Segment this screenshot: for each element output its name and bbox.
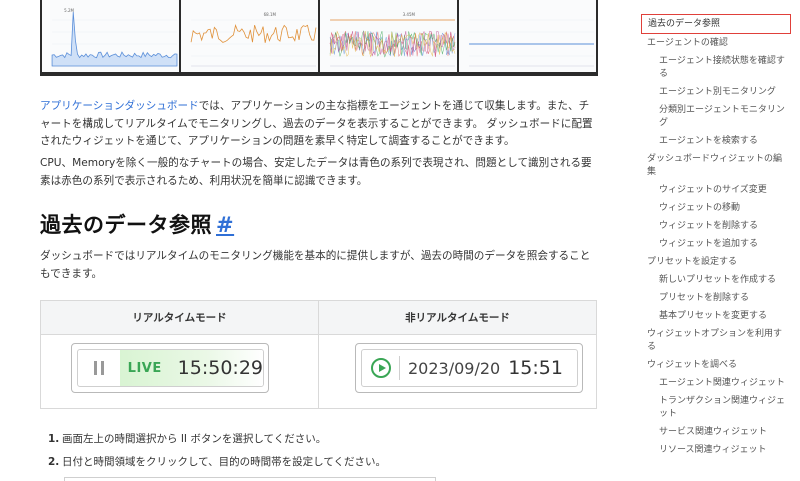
mini-chart-3: 3.45M <box>320 0 457 72</box>
svg-text:68.1M: 68.1M <box>264 12 277 17</box>
toc-item[interactable]: ウィジェットを追加する <box>641 235 791 253</box>
toc-item[interactable]: ウィジェットを調べる <box>641 356 791 374</box>
toc-item[interactable]: ウィジェットの移動 <box>641 199 791 217</box>
svg-text:5.2M: 5.2M <box>64 8 74 13</box>
table-header-row: リアルタイムモード 非リアルタイムモード <box>41 301 596 335</box>
toc-item[interactable]: リソース関連ウィジェット <box>641 441 791 459</box>
toc-item[interactable]: 基本プリセットを変更する <box>641 307 791 325</box>
main-content: 5.2M 68.1M 3.45M アプリケーションダッシュボードでは、アプリケー… <box>40 0 600 481</box>
history-paragraph: ダッシュボードではリアルタイムのモニタリング機能を基本的に提供しますが、過去の時… <box>40 250 591 280</box>
toc-item[interactable]: ウィジェットを削除する <box>641 217 791 235</box>
live-widget-image: LIVE 15:50:29 <box>71 343 269 393</box>
dashboard-link[interactable]: アプリケーションダッシュボード <box>40 100 199 112</box>
intro-paragraph: アプリケーションダッシュボードでは、アプリケーションの主な指標をエージェントを通… <box>40 100 593 147</box>
realtime-cell: LIVE 15:50:29 <box>41 335 318 409</box>
history-time: 15:51 <box>508 357 563 379</box>
toc-item[interactable]: エージェントを検索する <box>641 132 791 150</box>
section-heading: 過去のデータ参照 # <box>40 213 235 237</box>
mode-comparison-table: リアルタイムモード 非リアルタイムモード LIVE 15:50:29 2023/… <box>40 300 597 409</box>
toc-item[interactable]: エージェント関連ウィジェット <box>641 374 791 392</box>
toc-item[interactable]: トランザクション関連ウィジェット <box>641 392 791 423</box>
mini-chart-1: 5.2M <box>42 0 179 72</box>
toc-item[interactable]: エージェントの確認 <box>641 34 791 52</box>
live-time: 15:50:29 <box>177 357 263 379</box>
header-realtime: リアルタイムモード <box>132 312 227 324</box>
heading-anchor-link[interactable]: # <box>216 213 234 237</box>
toc-item[interactable]: プリセットを設定する <box>641 253 791 271</box>
toc-item[interactable]: ダッシュボードウィジェットの編集 <box>641 150 791 181</box>
toc-item[interactable]: ウィジェットオプションを利用する <box>641 325 791 356</box>
next-screenshot-edge <box>64 477 436 481</box>
mini-chart-2: 68.1M <box>181 0 318 72</box>
svg-text:3.45M: 3.45M <box>403 12 416 17</box>
list-item: 1. 画面左上の時間選択から II ボタンを選択してください。 <box>48 433 327 445</box>
toc-item[interactable]: 過去のデータ参照 <box>641 14 791 34</box>
toc-item[interactable]: プリセットを削除する <box>641 289 791 307</box>
toc-item[interactable]: 分類別エージェントモニタリング <box>641 101 791 132</box>
mini-chart-4 <box>459 0 596 72</box>
header-non-realtime: 非リアルタイムモード <box>318 301 596 334</box>
live-label: LIVE <box>127 360 162 376</box>
list-item: 2. 日付と時間領域をクリックして、目的の時間帯を設定してください。 <box>48 456 387 468</box>
pause-icon <box>93 361 104 375</box>
non-realtime-cell: 2023/09/20 15:51 <box>318 335 596 409</box>
series-color-paragraph: CPU、Memoryを除く一般的なチャートの場合、安定したデータは青色の系列で表… <box>40 157 592 187</box>
play-icon <box>370 358 391 378</box>
table-body-row: LIVE 15:50:29 2023/09/20 15:51 <box>41 335 596 409</box>
toc-item[interactable]: サービス関連ウィジェット <box>641 423 791 441</box>
toc-item[interactable]: エージェント別モニタリング <box>641 83 791 101</box>
history-widget-image: 2023/09/20 15:51 <box>355 343 583 393</box>
history-date: 2023/09/20 <box>408 358 501 378</box>
toc-item[interactable]: エージェント接続状態を確認する <box>641 52 791 83</box>
table-of-contents: 過去のデータ参照 エージェントの確認 エージェント接続状態を確認する エージェント別モ… <box>641 14 791 459</box>
dashboard-screenshot: 5.2M 68.1M 3.45M <box>40 0 598 76</box>
toc-item[interactable]: ウィジェットのサイズ変更 <box>641 181 791 199</box>
steps-list: 1. 画面左上の時間選択から II ボタンを選択してください。 2. 日付と時間領域… <box>48 428 588 474</box>
toc-item[interactable]: 新しいプリセットを作成する <box>641 271 791 289</box>
